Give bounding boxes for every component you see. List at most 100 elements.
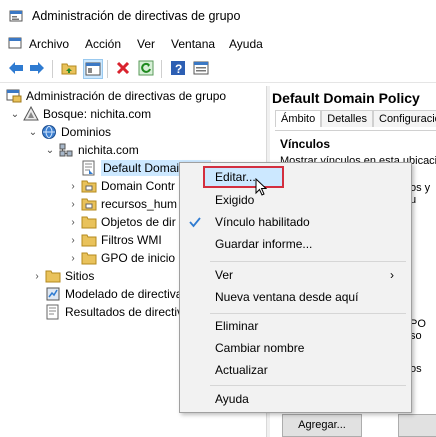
show-hide-tree-button[interactable] xyxy=(83,59,103,79)
refresh-button[interactable] xyxy=(137,59,155,77)
folder-icon xyxy=(81,252,97,265)
location-fragment: os y u xyxy=(410,182,431,206)
menu-item-editar[interactable]: Editar... xyxy=(180,166,411,188)
collapse-chevron-icon[interactable]: ⌄ xyxy=(44,145,56,156)
tree-item-recursos-humanos[interactable]: › recursos_hum xyxy=(67,195,177,213)
window-title: Administración de directivas de grupo xyxy=(32,9,241,23)
toolbar: ? xyxy=(0,56,436,83)
gpmc-icon xyxy=(6,89,22,103)
menu-item-eliminar[interactable]: Eliminar xyxy=(180,315,411,337)
tree-item-label: recursos_hum xyxy=(101,197,178,211)
gpo-title: Default Domain Policy xyxy=(272,90,420,106)
menu-accion[interactable]: Acción xyxy=(85,37,121,51)
forest-icon xyxy=(23,106,39,121)
title-bar: Administración de directivas de grupo xyxy=(0,0,436,32)
tree-item-label: GPO de inicio xyxy=(101,251,176,265)
tree-item-domain[interactable]: ⌄ nichita.com xyxy=(44,141,139,159)
links-heading: Vínculos xyxy=(280,137,331,151)
arrow-right-icon xyxy=(30,62,44,74)
help-button[interactable]: ? xyxy=(169,59,187,77)
menu-item-ver[interactable]: Ver › xyxy=(180,264,411,286)
gpo-fragment: PO so xyxy=(410,318,426,342)
tree-item-modeling[interactable]: Modelado de directiva xyxy=(31,285,182,303)
tree-item-domains[interactable]: ⌄ Dominios xyxy=(27,123,111,141)
menu-separator xyxy=(210,261,406,262)
tree-forest-label: Bosque: nichita.com xyxy=(43,107,152,121)
modeling-icon xyxy=(46,287,60,301)
tree-sites-label: Sitios xyxy=(65,269,95,283)
expand-chevron-icon[interactable]: › xyxy=(67,181,79,192)
expand-chevron-icon[interactable]: › xyxy=(67,235,79,246)
menu-item-vinculo-habilitado[interactable]: Vínculo habilitado xyxy=(180,211,411,233)
menu-item-cambiar-nombre[interactable]: Cambiar nombre xyxy=(180,337,411,359)
add-button[interactable]: Agregar... xyxy=(282,414,362,437)
context-menu: Editar... Exigido Vínculo habilitado Gua… xyxy=(179,162,412,413)
menu-ver[interactable]: Ver xyxy=(137,37,155,51)
menu-bar: Archivo Acción Ver Ventana Ayuda xyxy=(0,33,436,55)
menu-item-guardar-informe[interactable]: Guardar informe... xyxy=(180,233,411,255)
menu-archivo[interactable]: Archivo xyxy=(29,37,69,51)
up-folder-button[interactable] xyxy=(60,59,78,77)
refresh-icon xyxy=(138,60,154,76)
properties-icon xyxy=(193,61,209,75)
tree-results-label: Resultados de directiva xyxy=(65,305,190,319)
tree-item-starter-gpos[interactable]: › GPO de inicio xyxy=(67,249,175,267)
details-tabs: ÁmbitoDetallesConfiguración xyxy=(275,110,436,130)
tree-domains-label: Dominios xyxy=(61,125,112,139)
ou-folder-icon xyxy=(81,198,97,211)
help-book-icon: ? xyxy=(171,61,185,76)
console-tree-icon xyxy=(85,62,101,76)
expand-chevron-icon[interactable]: › xyxy=(67,253,79,264)
domain-icon xyxy=(59,143,73,157)
tree-item-wmi-filters[interactable]: › Filtros WMI xyxy=(67,231,162,249)
collapse-chevron-icon[interactable]: ⌄ xyxy=(9,109,21,120)
menu-item-exigido[interactable]: Exigido xyxy=(180,189,411,211)
sites-folder-icon xyxy=(45,270,61,283)
menu-ventana[interactable]: Ventana xyxy=(171,37,215,51)
tree-item-forest[interactable]: ⌄ Bosque: nichita.com xyxy=(9,105,151,123)
tree-item-group-policy-objects[interactable]: › Objetos de dir xyxy=(67,213,176,231)
tree-item-label: Objetos de dir xyxy=(101,215,176,229)
collapse-chevron-icon[interactable]: ⌄ xyxy=(27,127,39,138)
tab-ambito[interactable]: Ámbito xyxy=(275,110,322,127)
tree-modeling-label: Modelado de directiva xyxy=(65,287,183,301)
menu-item-ayuda[interactable]: Ayuda xyxy=(180,388,411,410)
properties-button[interactable] xyxy=(192,59,210,77)
back-button[interactable] xyxy=(7,59,25,77)
tab-detalles[interactable]: Detalles xyxy=(321,110,373,127)
tab-divider xyxy=(275,130,436,131)
tree-item-label: Domain Contr xyxy=(101,179,176,193)
expand-chevron-icon[interactable]: › xyxy=(31,271,43,282)
tree-item-root[interactable]: Administración de directivas de grupo xyxy=(6,87,226,105)
menu-item-nueva-ventana[interactable]: Nueva ventana desde aquí xyxy=(180,286,411,308)
menu-separator xyxy=(210,385,406,386)
arrow-left-icon xyxy=(9,62,23,74)
expand-chevron-icon[interactable]: › xyxy=(67,199,79,210)
menu-ayuda[interactable]: Ayuda xyxy=(229,37,263,51)
secondary-button[interactable] xyxy=(398,414,436,437)
tree-item-sites[interactable]: › Sitios xyxy=(31,267,94,285)
delete-button[interactable] xyxy=(114,59,132,77)
folder-up-icon xyxy=(61,63,77,75)
menu-separator xyxy=(210,313,406,314)
folder-icon xyxy=(81,234,97,247)
menu-item-actualizar[interactable]: Actualizar xyxy=(180,359,411,381)
mouse-cursor-icon xyxy=(255,178,267,196)
tab-configuracion[interactable]: Configuración xyxy=(373,110,436,127)
tree-item-domain-controllers[interactable]: › Domain Contr xyxy=(67,177,175,195)
delete-x-icon xyxy=(116,61,130,75)
gpo-link-icon xyxy=(82,160,95,176)
domains-icon xyxy=(42,125,56,139)
gpmc-app-icon xyxy=(9,10,23,22)
ou-folder-icon xyxy=(81,180,97,193)
folder-icon xyxy=(81,216,97,229)
tree-item-results[interactable]: Resultados de directiva xyxy=(31,303,190,321)
system-menu-icon[interactable] xyxy=(8,36,22,50)
checkmark-icon xyxy=(189,217,201,228)
tree-item-label: Filtros WMI xyxy=(101,233,162,247)
tree-domain-label: nichita.com xyxy=(78,143,139,157)
tree-root-label: Administración de directivas de grupo xyxy=(26,89,227,103)
svg-text:?: ? xyxy=(175,62,182,76)
forward-button[interactable] xyxy=(28,59,46,77)
expand-chevron-icon[interactable]: › xyxy=(67,217,79,228)
